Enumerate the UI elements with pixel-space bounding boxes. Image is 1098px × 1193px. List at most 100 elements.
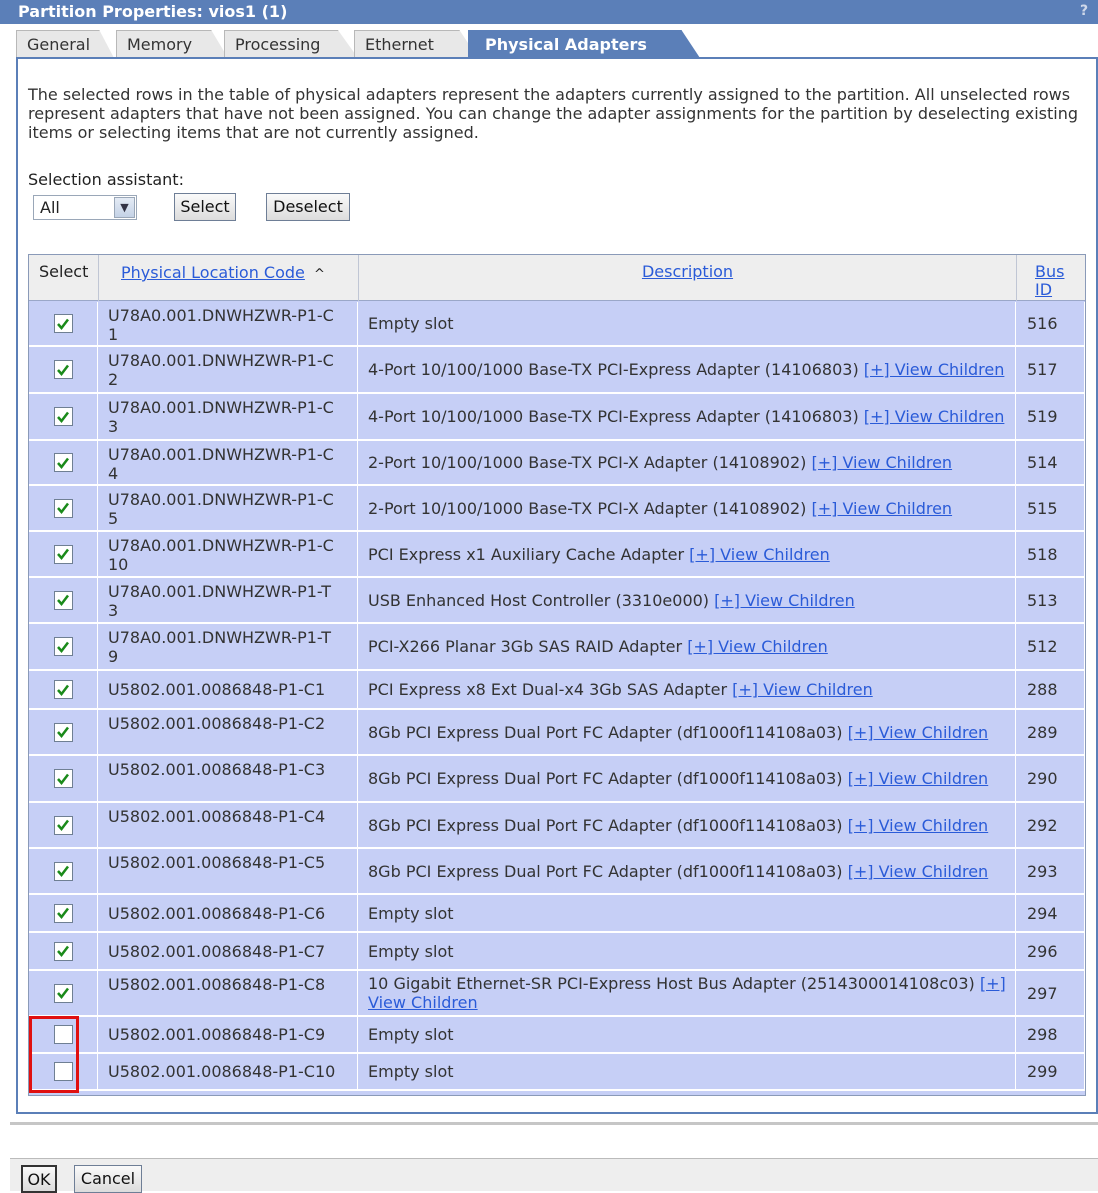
checkmark-icon — [57, 457, 69, 469]
view-children-link[interactable]: [+] View Children — [848, 723, 989, 742]
row-checkbox[interactable] — [53, 314, 73, 333]
adapter-description: USB Enhanced Host Controller (3310e000) … — [359, 578, 1016, 622]
table-row[interactable]: U5802.001.0086848-P1-C2 8Gb PCI Express D… — [29, 710, 1085, 756]
select-cell — [29, 302, 98, 345]
table-row[interactable]: U78A0.001.DNWHZWR-P1-C2 4-Port 10/100/100… — [29, 347, 1085, 394]
table-row[interactable]: U78A0.001.DNWHZWR-P1-C5 2-Port 10/100/100… — [29, 486, 1085, 532]
selection-assistant-dropdown[interactable]: All ▼ — [33, 195, 137, 220]
deselect-button[interactable]: Deselect — [266, 193, 350, 221]
row-checkbox[interactable] — [53, 407, 73, 426]
adapter-description: 8Gb PCI Express Dual Port FC Adapter (df… — [359, 849, 1016, 893]
table-row[interactable]: U78A0.001.DNWHZWR-P1-C10 PCI Express x1 A… — [29, 532, 1085, 578]
select-cell — [29, 756, 98, 801]
checkmark-icon — [57, 945, 69, 957]
view-children-link[interactable]: [+] View Children — [864, 360, 1005, 379]
table-row[interactable]: U78A0.001.DNWHZWR-P1-T9 PCI-X266 Planar 3… — [29, 624, 1085, 671]
header-description-link[interactable]: Description — [642, 262, 733, 281]
tab-general[interactable]: General — [16, 30, 114, 58]
row-checkbox[interactable] — [53, 903, 73, 923]
view-children-link[interactable]: [+] View Children — [848, 769, 989, 788]
row-checkbox[interactable] — [53, 815, 73, 835]
row-checkbox[interactable] — [53, 722, 73, 742]
adapter-description: 4-Port 10/100/1000 Base-TX PCI-Express A… — [359, 347, 1016, 392]
view-children-link[interactable]: [+] View Children — [864, 407, 1005, 426]
adapter-description: PCI Express x1 Auxiliary Cache Adapter [… — [359, 532, 1016, 576]
view-children-link[interactable]: [+] View Children — [811, 453, 952, 472]
location-code: U5802.001.0086848-P1-C1 — [99, 671, 358, 708]
table-row[interactable]: U78A0.001.DNWHZWR-P1-C1 Empty slot 516 — [29, 302, 1085, 347]
tab-processing[interactable]: Processing — [224, 30, 358, 58]
view-children-link[interactable]: [+] View Children — [848, 862, 989, 881]
header-location-cell: Physical Location Code ^ — [99, 255, 359, 301]
location-code: U5802.001.0086848-P1-C8 — [99, 971, 358, 1015]
table-row[interactable]: U5802.001.0086848-P1-C3 8Gb PCI Express D… — [29, 756, 1085, 803]
description-text: 4-Port 10/100/1000 Base-TX PCI-Express A… — [368, 407, 859, 426]
row-checkbox[interactable] — [53, 769, 73, 788]
select-cell — [29, 933, 98, 969]
checkmark-icon — [57, 684, 69, 696]
location-code: U78A0.001.DNWHZWR-P1-C2 — [99, 347, 358, 392]
description-text: USB Enhanced Host Controller (3310e000) — [368, 590, 710, 610]
view-children-link[interactable]: [+] View Children — [714, 591, 855, 610]
header-select: Select — [29, 255, 99, 301]
location-code: U5802.001.0086848-P1-C5 — [99, 849, 358, 893]
adapter-description: 8Gb PCI Express Dual Port FC Adapter (df… — [359, 756, 1016, 801]
bus-id: 517 — [1017, 347, 1085, 392]
table-row[interactable]: U5802.001.0086848-P1-C5 8Gb PCI Express D… — [29, 849, 1085, 895]
location-code: U5802.001.0086848-P1-C3 — [99, 756, 358, 801]
help-icon[interactable]: ? — [1076, 2, 1092, 20]
table-row[interactable]: U78A0.001.DNWHZWR-P1-C3 4-Port 10/100/100… — [29, 394, 1085, 441]
row-checkbox[interactable] — [53, 861, 73, 881]
select-cell — [29, 971, 98, 1015]
view-children-link[interactable]: [+] View Children — [848, 816, 989, 835]
description-text: 8Gb PCI Express Dual Port FC Adapter (df… — [368, 815, 843, 835]
row-checkbox[interactable] — [53, 544, 73, 564]
row-checkbox[interactable] — [53, 498, 73, 518]
bus-id: 296 — [1017, 933, 1085, 969]
table-row[interactable]: U78A0.001.DNWHZWR-P1-T3 USB Enhanced Host… — [29, 578, 1085, 624]
description-text: 2-Port 10/100/1000 Base-TX PCI-X Adapter… — [368, 453, 807, 472]
bus-id: 299 — [1017, 1054, 1085, 1089]
ok-button[interactable]: OK — [21, 1165, 57, 1193]
row-checkbox[interactable] — [53, 590, 73, 610]
tab-physical-adapters[interactable]: Physical Adapters — [468, 30, 700, 58]
chevron-down-icon[interactable]: ▼ — [114, 197, 135, 218]
cancel-button[interactable]: Cancel — [74, 1165, 142, 1193]
table-row[interactable]: U5802.001.0086848-P1-C1 PCI Express x8 Ex… — [29, 671, 1085, 710]
select-cell — [29, 347, 98, 392]
table-row[interactable]: U78A0.001.DNWHZWR-P1-C4 2-Port 10/100/100… — [29, 441, 1085, 486]
checkmark-icon — [57, 411, 69, 423]
physical-adapters-panel: The selected rows in the table of physic… — [16, 57, 1098, 1114]
row-checkbox[interactable] — [53, 941, 73, 961]
checkmark-icon — [57, 594, 69, 606]
table-row[interactable]: U5802.001.0086848-P1-C9 Empty slot 298 — [29, 1017, 1085, 1054]
row-checkbox[interactable] — [53, 983, 73, 1003]
sort-ascending-icon: ^ — [313, 267, 325, 282]
location-code: U5802.001.0086848-P1-C6 — [99, 895, 358, 931]
view-children-link[interactable]: [+] View Children — [689, 545, 830, 564]
table-row[interactable]: U5802.001.0086848-P1-C7 Empty slot 296 — [29, 933, 1085, 971]
tab-memory[interactable]: Memory — [116, 30, 228, 58]
row-checkbox[interactable] — [53, 680, 73, 699]
tab-ethernet[interactable]: Ethernet — [354, 30, 478, 58]
bus-id: 288 — [1017, 671, 1085, 708]
select-button[interactable]: Select — [174, 193, 236, 221]
table-row[interactable]: U5802.001.0086848-P1-C8 10 Gigabit Ethern… — [29, 971, 1085, 1017]
row-checkbox[interactable] — [53, 453, 73, 472]
table-row[interactable]: U5802.001.0086848-P1-C6 Empty slot 294 — [29, 895, 1085, 933]
intro-text: The selected rows in the table of physic… — [28, 85, 1079, 142]
table-row[interactable]: U5802.001.0086848-P1-C10 Empty slot 299 — [29, 1054, 1085, 1091]
view-children-link[interactable]: [+] View Children — [732, 680, 873, 699]
header-location-link[interactable]: Physical Location Code — [121, 263, 305, 282]
location-code: U5802.001.0086848-P1-C9 — [99, 1017, 358, 1052]
adapter-description: 2-Port 10/100/1000 Base-TX PCI-X Adapter… — [359, 441, 1016, 484]
location-code: U78A0.001.DNWHZWR-P1-T3 — [99, 578, 358, 622]
row-checkbox[interactable] — [53, 360, 73, 379]
adapter-description: Empty slot — [359, 1054, 1016, 1089]
view-children-link[interactable]: [+] View Children — [811, 499, 952, 518]
location-code: U78A0.001.DNWHZWR-P1-C4 — [99, 441, 358, 484]
view-children-link[interactable]: [+] View Children — [687, 637, 828, 656]
table-row[interactable]: U5802.001.0086848-P1-C4 8Gb PCI Express D… — [29, 803, 1085, 849]
row-checkbox[interactable] — [53, 637, 73, 656]
header-bus-link[interactable]: Bus ID — [1035, 263, 1069, 299]
